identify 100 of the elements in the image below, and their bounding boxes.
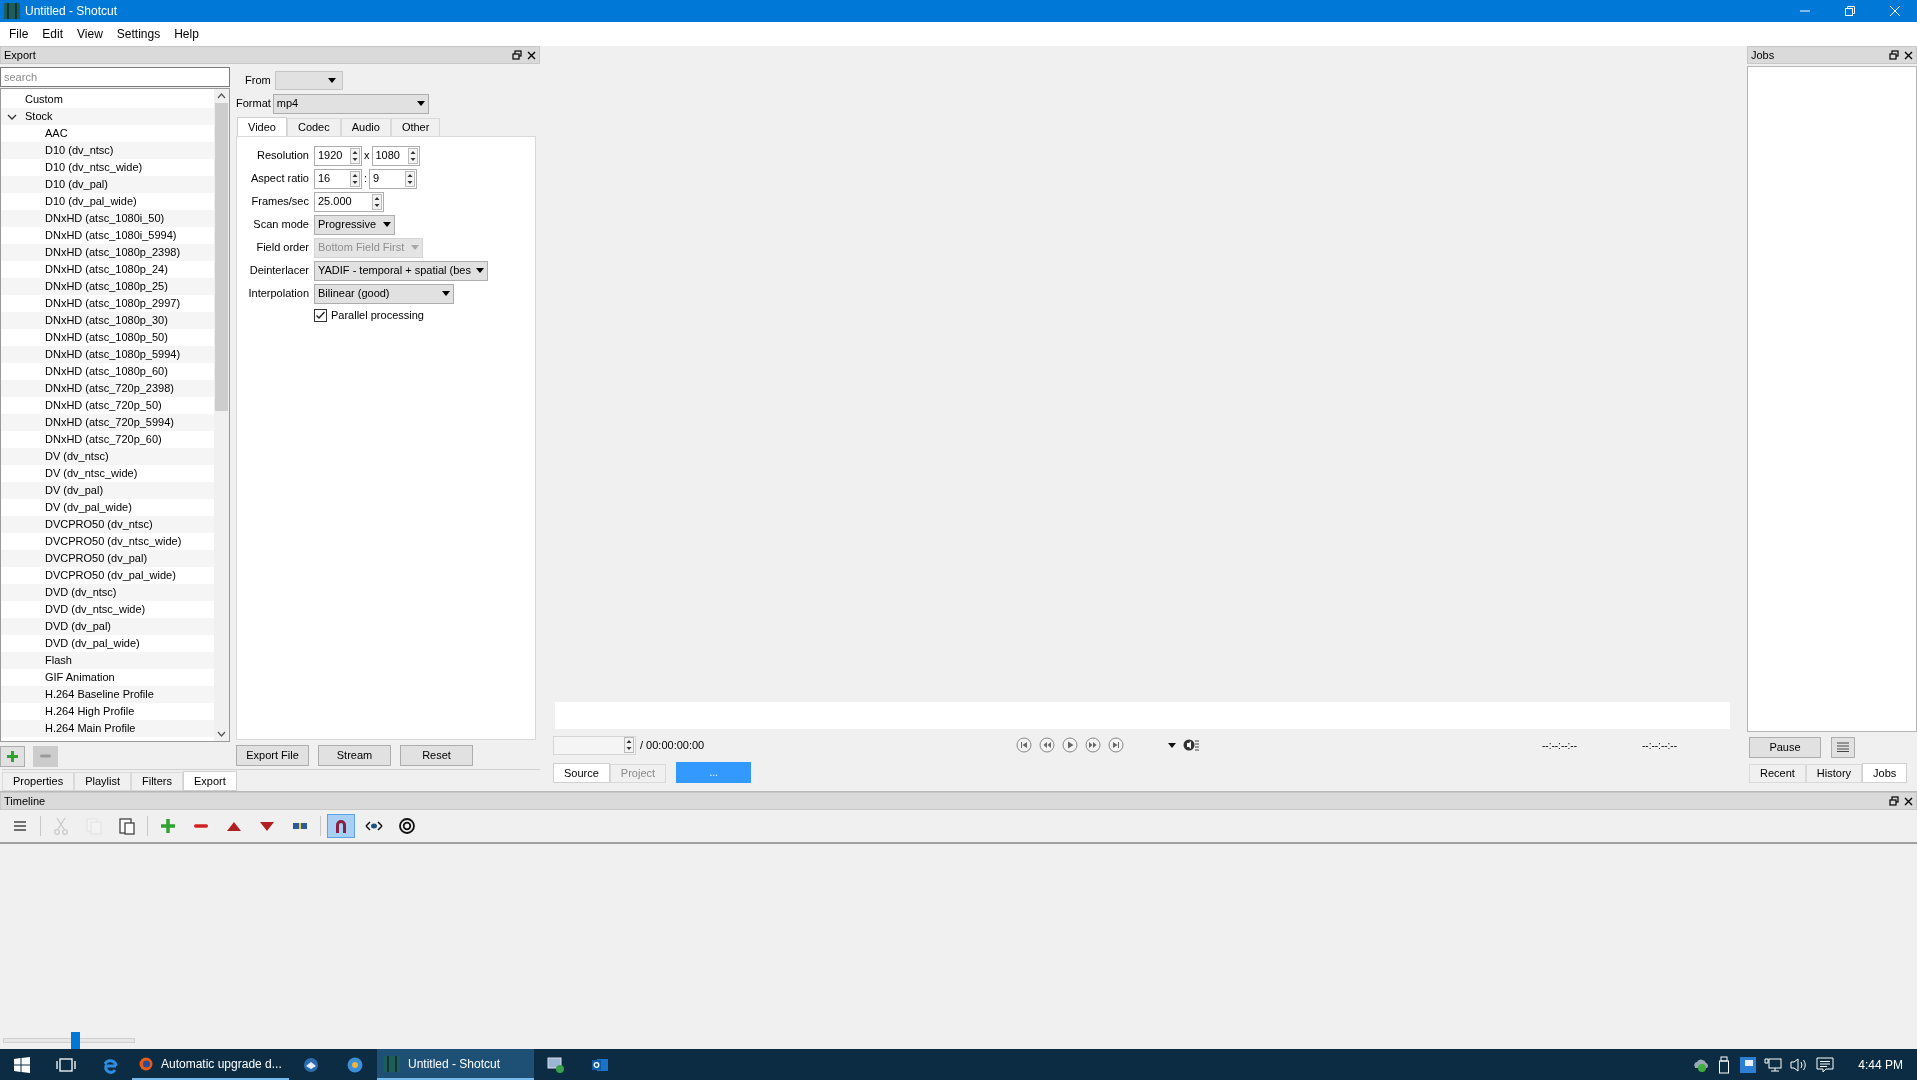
window-title: Untitled - Shotcut <box>25 3 119 20</box>
preset-item[interactable]: DVD (dv_ntsc) <box>1 584 214 601</box>
pause-button[interactable]: Pause <box>1749 736 1821 758</box>
dropdown-arrow-icon <box>416 101 425 106</box>
preset-item[interactable]: DNxHD (atsc_1080p_2398) <box>1 244 214 261</box>
menu-item[interactable]: File <box>2 25 36 43</box>
dropdown[interactable]: Bilinear (good) <box>314 283 454 304</box>
tab[interactable]: Properties <box>2 772 75 791</box>
spin-box[interactable]: 25.000 <box>314 191 384 212</box>
action-button[interactable]: Export File <box>236 744 309 766</box>
menu-item[interactable]: Edit <box>35 25 71 43</box>
float-icon[interactable] <box>1889 796 1899 806</box>
tab[interactable]: Export <box>182 771 237 791</box>
preset-item[interactable]: DVCPRO50 (dv_ntsc) <box>1 516 214 533</box>
tab[interactable]: Playlist <box>74 772 131 791</box>
volume-icon <box>1790 1056 1809 1073</box>
network-icon <box>1764 1056 1783 1073</box>
spin-arrows-icon <box>350 170 360 187</box>
field-label: Scan mode <box>252 217 309 233</box>
float-icon[interactable] <box>1889 50 1899 60</box>
close-icon <box>1889 6 1900 16</box>
skip-end-icon[interactable] <box>1108 737 1124 753</box>
preset-item[interactable]: DNxHD (atsc_720p_2398) <box>1 380 214 397</box>
app-icon <box>1740 1056 1757 1073</box>
field-label: Interpolation <box>247 286 309 302</box>
dropdown[interactable]: YADIF - temporal + spatial (bes <box>314 260 488 281</box>
tab[interactable]: Recent <box>1749 764 1806 783</box>
minus-icon <box>194 824 208 828</box>
clock-text[interactable]: 4:44 PM <box>1844 1055 1917 1074</box>
menu-button[interactable] <box>1831 736 1855 758</box>
preset-item[interactable]: DNxHD (atsc_1080i_50) <box>1 210 214 227</box>
rewind-icon[interactable] <box>1039 737 1055 753</box>
field-label: Format <box>236 96 271 112</box>
float-icon[interactable] <box>512 50 522 60</box>
scroll-thumb[interactable] <box>215 103 228 411</box>
tab[interactable]: Filters <box>131 772 183 791</box>
separator-text: x <box>364 148 370 164</box>
preset-item[interactable]: DNxHD (atsc_1080p_25) <box>1 278 214 295</box>
tab[interactable]: Jobs <box>1862 763 1908 783</box>
spin-box[interactable]: 9 <box>369 168 418 189</box>
menu-icon <box>1837 742 1849 752</box>
field-label: From <box>245 73 271 89</box>
dropdown[interactable]: Progressive <box>314 214 395 235</box>
preset-item[interactable]: DVD (dv_pal) <box>1 618 214 635</box>
preset-item[interactable]: DNxHD (atsc_1080p_30) <box>1 312 214 329</box>
checkbox[interactable] <box>314 308 327 322</box>
preset-item[interactable]: H.264 Baseline Profile <box>1 686 214 703</box>
play-icon[interactable] <box>1062 737 1078 753</box>
preset-item[interactable]: D10 (dv_ntsc) <box>1 142 214 159</box>
action-button[interactable]: Reset <box>400 744 473 766</box>
preset-item[interactable]: H.264 Main Profile <box>1 720 214 737</box>
scrollbar[interactable] <box>214 89 229 741</box>
task-view-icon[interactable] <box>56 1057 76 1072</box>
preset-item[interactable]: DVCPRO50 (dv_pal) <box>1 550 214 567</box>
spin-box[interactable]: 1920 <box>314 145 362 166</box>
paste-icon <box>117 816 137 836</box>
preset-item[interactable]: DV (dv_pal) <box>1 482 214 499</box>
timecode-field[interactable] <box>553 735 636 755</box>
browser-icon[interactable] <box>139 1056 153 1071</box>
target-icon <box>397 816 417 836</box>
add-preset-button[interactable] <box>0 745 25 767</box>
taskbar-app[interactable]: Automatic upgrade d... <box>132 1049 289 1080</box>
spin-arrows-icon <box>407 147 418 164</box>
field-label: Deinterlacer <box>248 263 309 279</box>
preset-item[interactable]: Stock <box>1 108 214 125</box>
zoom-slider[interactable] <box>3 1031 135 1049</box>
taskbar-app[interactable]: Untitled - Shotcut <box>377 1049 534 1080</box>
tab[interactable]: Video <box>237 117 287 137</box>
close-icon[interactable] <box>527 50 536 60</box>
spin-arrows-icon <box>372 193 382 210</box>
preset-item[interactable]: DV (dv_ntsc) <box>1 448 214 465</box>
tab[interactable]: Source <box>553 763 610 783</box>
preset-item[interactable]: DNxHD (atsc_720p_5994) <box>1 414 214 431</box>
menu-item[interactable]: View <box>70 25 110 43</box>
dock-title: Timeline <box>4 793 47 809</box>
preset-item[interactable]: DNxHD (atsc_1080p_5994) <box>1 346 214 363</box>
dropdown[interactable]: mp4 <box>272 93 429 114</box>
mail-app-icon[interactable] <box>302 1055 320 1074</box>
menu-item[interactable]: Settings <box>109 25 168 43</box>
tab[interactable]: History <box>1805 764 1863 783</box>
windows-logo-icon[interactable] <box>14 1056 30 1073</box>
field-label: Resolution <box>256 148 309 164</box>
spin-box[interactable]: 1080 <box>371 145 420 166</box>
skip-start-icon[interactable] <box>1016 737 1032 753</box>
remote-desktop-icon[interactable] <box>547 1055 565 1074</box>
restore-icon <box>1844 6 1855 16</box>
spin-arrows-icon <box>350 147 360 164</box>
close-icon[interactable] <box>1904 50 1913 60</box>
field-label: Aspect ratio <box>249 171 309 187</box>
close-icon[interactable] <box>1904 796 1913 806</box>
preset-item[interactable]: Flash <box>1 652 214 669</box>
compass-icon[interactable] <box>346 1055 364 1074</box>
field-label: Field order <box>255 240 309 256</box>
action-button[interactable]: Stream <box>318 744 391 766</box>
preset-item[interactable]: D10 (dv_pal) <box>1 176 214 193</box>
search-field[interactable]: search <box>0 67 230 87</box>
spin-box[interactable]: 16 <box>314 168 362 189</box>
slider-handle[interactable] <box>70 1031 80 1049</box>
menu-item[interactable]: Help <box>167 25 206 43</box>
fast-forward-icon[interactable] <box>1085 737 1101 753</box>
